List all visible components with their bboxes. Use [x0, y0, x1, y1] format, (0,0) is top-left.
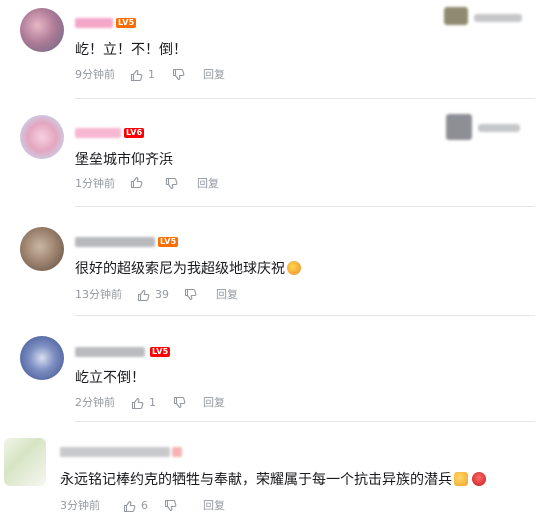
avatar[interactable] — [4, 438, 46, 486]
username[interactable] — [75, 237, 155, 247]
like-button[interactable]: 6 — [123, 498, 148, 514]
thumb-down-icon — [172, 67, 185, 81]
party-emoji-icon — [287, 261, 301, 275]
thumb-down-icon — [173, 395, 186, 409]
reply-button[interactable]: 回复 — [203, 395, 225, 411]
like-count: 1 — [148, 68, 155, 81]
thumb-up-icon — [137, 289, 150, 302]
dislike-button[interactable] — [173, 395, 186, 409]
thumb-down-icon — [164, 498, 177, 512]
level-badge: LV6 — [124, 128, 145, 138]
comment-time: 9分钟前 — [75, 68, 115, 81]
reply-button[interactable]: 回复 — [197, 176, 219, 192]
comment-time: 13分钟前 — [75, 288, 122, 301]
level-badge: LV5 — [150, 347, 171, 357]
avatar[interactable] — [20, 115, 64, 159]
username[interactable] — [75, 128, 121, 138]
avatar[interactable] — [20, 227, 64, 271]
video-thumbnail-title[interactable] — [478, 124, 520, 132]
like-count: 39 — [155, 288, 169, 301]
comment-item: LV5 屹立不倒！ 2分钟前 1 回复 — [0, 316, 550, 421]
comment-meta: 1分钟前 回复 — [75, 176, 275, 192]
reply-button[interactable]: 回复 — [203, 498, 225, 514]
comment-text: 屹！立！不！倒！ — [75, 42, 187, 58]
comment-meta: 9分钟前 1 回复 — [75, 67, 275, 83]
like-button[interactable]: 39 — [137, 287, 169, 303]
fist-emoji-icon — [454, 472, 468, 486]
dislike-button[interactable] — [164, 498, 177, 512]
username-badge — [172, 447, 182, 457]
like-button[interactable] — [130, 176, 143, 189]
comment-meta: 3分钟前 6 回复 — [60, 498, 280, 514]
comment-text-content: 永远铭记棒约克的牺牲与奉献，荣耀属于每一个抗击异族的潜兵 — [60, 472, 452, 488]
comment-time: 1分钟前 — [75, 177, 115, 190]
reply-button[interactable]: 回复 — [203, 67, 225, 83]
thumb-down-icon — [184, 287, 197, 301]
avatar[interactable] — [20, 336, 64, 380]
thumb-up-icon — [130, 69, 143, 82]
dislike-button[interactable] — [165, 176, 178, 190]
reply-button[interactable]: 回复 — [216, 287, 238, 303]
username[interactable] — [75, 347, 145, 357]
comment-meta: 13分钟前 39 回复 — [75, 287, 295, 303]
thumb-up-icon — [123, 500, 136, 513]
dislike-button[interactable] — [184, 287, 197, 301]
video-thumbnail[interactable] — [446, 114, 472, 140]
comment-text-content: 很好的超级索尼为我超级地球庆祝 — [75, 261, 285, 277]
level-badge: LV5 — [158, 237, 179, 247]
comment-text: 很好的超级索尼为我超级地球庆祝 — [75, 260, 301, 278]
video-thumbnail[interactable] — [444, 7, 468, 25]
username[interactable] — [60, 447, 170, 457]
comment-item: LV5 很好的超级索尼为我超级地球庆祝 13分钟前 39 回复 — [0, 207, 550, 315]
comment-item: 永远铭记棒约克的牺牲与奉献，荣耀属于每一个抗击异族的潜兵 3分钟前 6 回复 — [0, 422, 550, 532]
avatar[interactable] — [20, 8, 64, 52]
angry-emoji-icon — [472, 472, 486, 486]
dislike-button[interactable] — [172, 67, 185, 81]
username[interactable] — [75, 18, 113, 28]
comment-text: 屹立不倒！ — [75, 370, 145, 386]
comment-item: LV5 屹！立！不！倒！ 9分钟前 1 回复 — [0, 0, 550, 98]
comment-time: 3分钟前 — [60, 499, 100, 512]
like-button[interactable]: 1 — [130, 67, 155, 83]
video-thumbnail-title[interactable] — [474, 14, 522, 22]
thumb-up-icon — [130, 176, 143, 189]
like-count: 6 — [141, 499, 148, 512]
like-button[interactable]: 1 — [131, 395, 156, 411]
comment-text: 永远铭记棒约克的牺牲与奉献，荣耀属于每一个抗击异族的潜兵 — [60, 471, 486, 489]
comment-item: LV6 堡垒城市仰齐浜 1分钟前 回复 — [0, 99, 550, 206]
comment-time: 2分钟前 — [75, 396, 115, 409]
thumb-up-icon — [131, 397, 144, 410]
thumb-down-icon — [165, 176, 178, 190]
comment-text: 堡垒城市仰齐浜 — [75, 152, 173, 168]
level-badge: LV5 — [116, 18, 137, 28]
comment-meta: 2分钟前 1 回复 — [75, 395, 275, 411]
like-count: 1 — [149, 396, 156, 409]
